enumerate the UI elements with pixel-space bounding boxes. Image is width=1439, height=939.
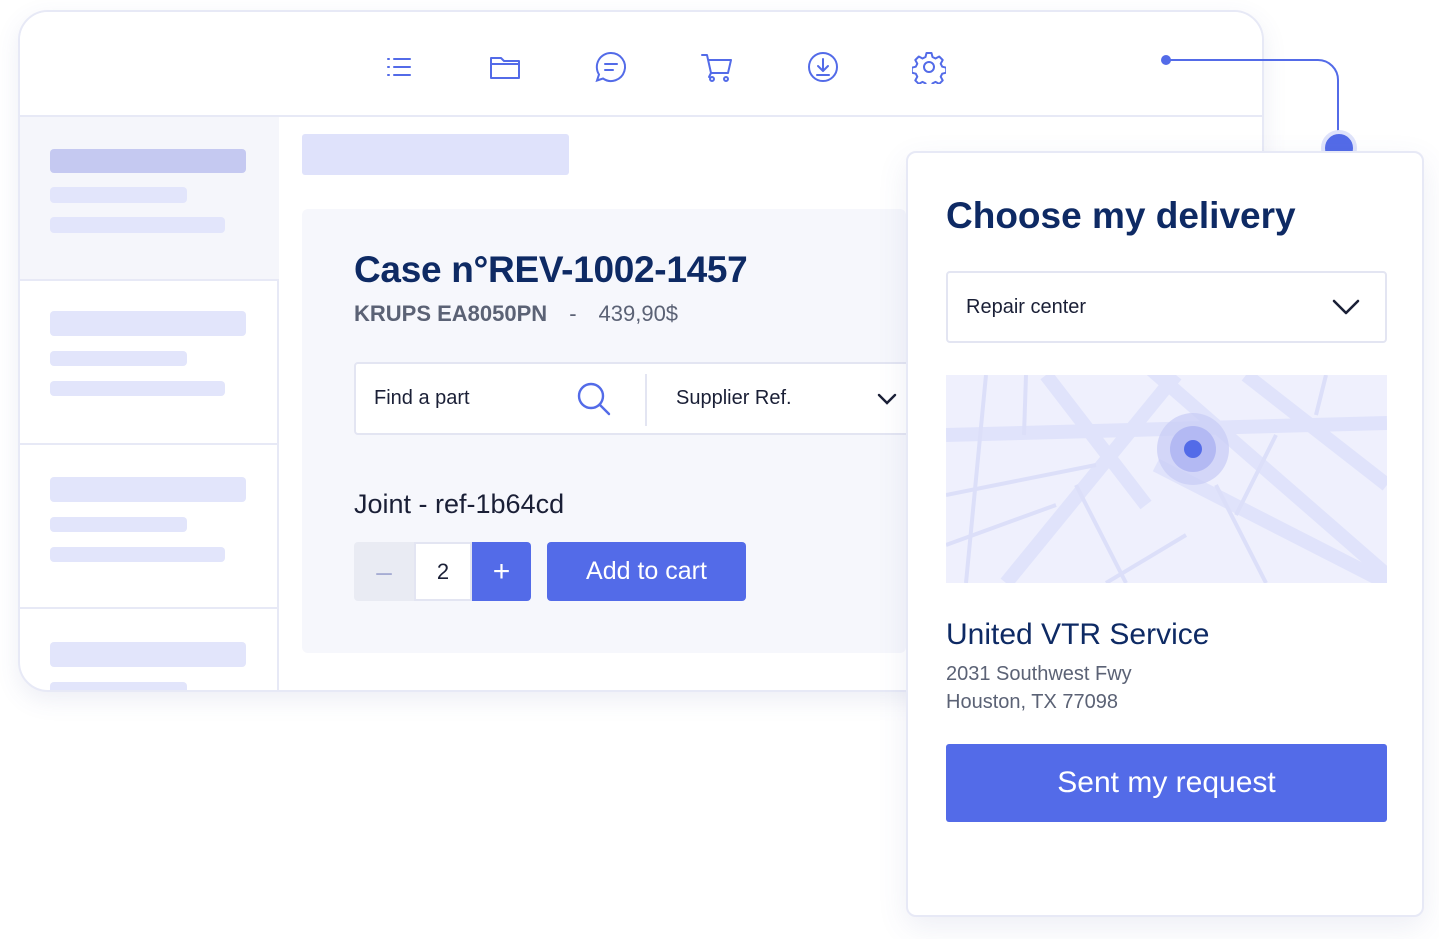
quantity-input[interactable] [414,542,472,601]
part-name: Joint - ref-1b64cd [354,489,565,519]
product-price: 439,90$ [598,301,679,326]
chevron-down-icon [1331,294,1361,320]
sidebar [20,117,279,690]
delivery-method-value: Repair center [966,296,1087,318]
part-search-bar: Supplier Ref. [354,362,906,435]
sidebar-item[interactable] [20,609,279,690]
product-model: KRUPS EA8050PN [354,301,548,326]
address-line-2: Houston, TX 77098 [946,691,1118,713]
service-name: United VTR Service [946,618,1210,651]
search-input[interactable] [374,364,574,433]
chat-icon[interactable] [593,49,629,85]
skeleton-line [50,642,246,667]
skeleton-line [50,517,187,532]
delivery-panel: Choose my delivery Repair center United … [906,151,1424,917]
skeleton-line [50,477,246,502]
delivery-method-select[interactable]: Repair center [946,271,1387,343]
list-icon[interactable] [381,49,417,85]
case-title: Case n°REV-1002-1457 [354,249,748,290]
skeleton-line [50,381,225,396]
top-toolbar [20,12,1262,117]
skeleton-line [50,682,187,690]
search-icon[interactable] [576,381,612,417]
sidebar-item[interactable] [20,281,279,445]
settings-icon[interactable] [911,49,947,85]
skeleton-line [50,351,187,366]
quantity-decrease-button[interactable]: – [354,542,414,601]
search-divider [645,374,647,426]
case-card: Case n°REV-1002-1457 KRUPS EA8050PN -439,… [302,209,906,653]
location-map[interactable] [946,375,1387,583]
sidebar-item[interactable] [20,445,279,609]
skeleton-line [50,547,225,562]
address-line-1: 2031 Southwest Fwy [946,663,1132,685]
skeleton-line [50,149,246,173]
add-to-cart-button[interactable]: Add to cart [547,542,746,601]
sidebar-item[interactable] [20,117,279,281]
send-request-button[interactable]: Sent my request [946,744,1387,822]
skeleton-line [50,217,225,233]
chevron-down-icon[interactable] [876,388,898,410]
skeleton-line [50,311,246,336]
folder-icon[interactable] [487,49,523,85]
map-streets [946,375,1387,583]
page-title-skeleton [302,134,569,175]
supplier-ref-select[interactable]: Supplier Ref. [676,364,792,433]
case-subtitle: KRUPS EA8050PN -439,90$ [354,301,678,327]
skeleton-line [50,187,187,203]
download-icon[interactable] [805,49,841,85]
quantity-increase-button[interactable]: + [472,542,531,601]
separator: - [569,301,577,326]
cart-icon[interactable] [699,49,735,85]
delivery-title: Choose my delivery [946,195,1296,236]
